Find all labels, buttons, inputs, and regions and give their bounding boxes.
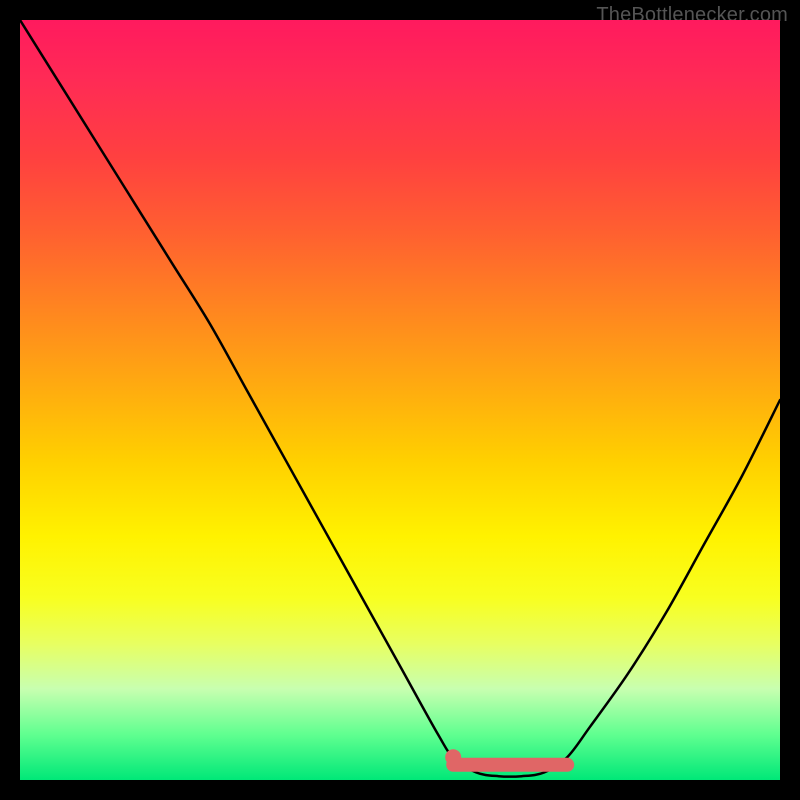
chart-svg — [20, 20, 780, 780]
bottleneck-curve — [20, 20, 780, 777]
plot-area — [20, 20, 780, 780]
optimal-marker — [445, 749, 461, 765]
chart-container: TheBottlenecker.com — [0, 0, 800, 800]
